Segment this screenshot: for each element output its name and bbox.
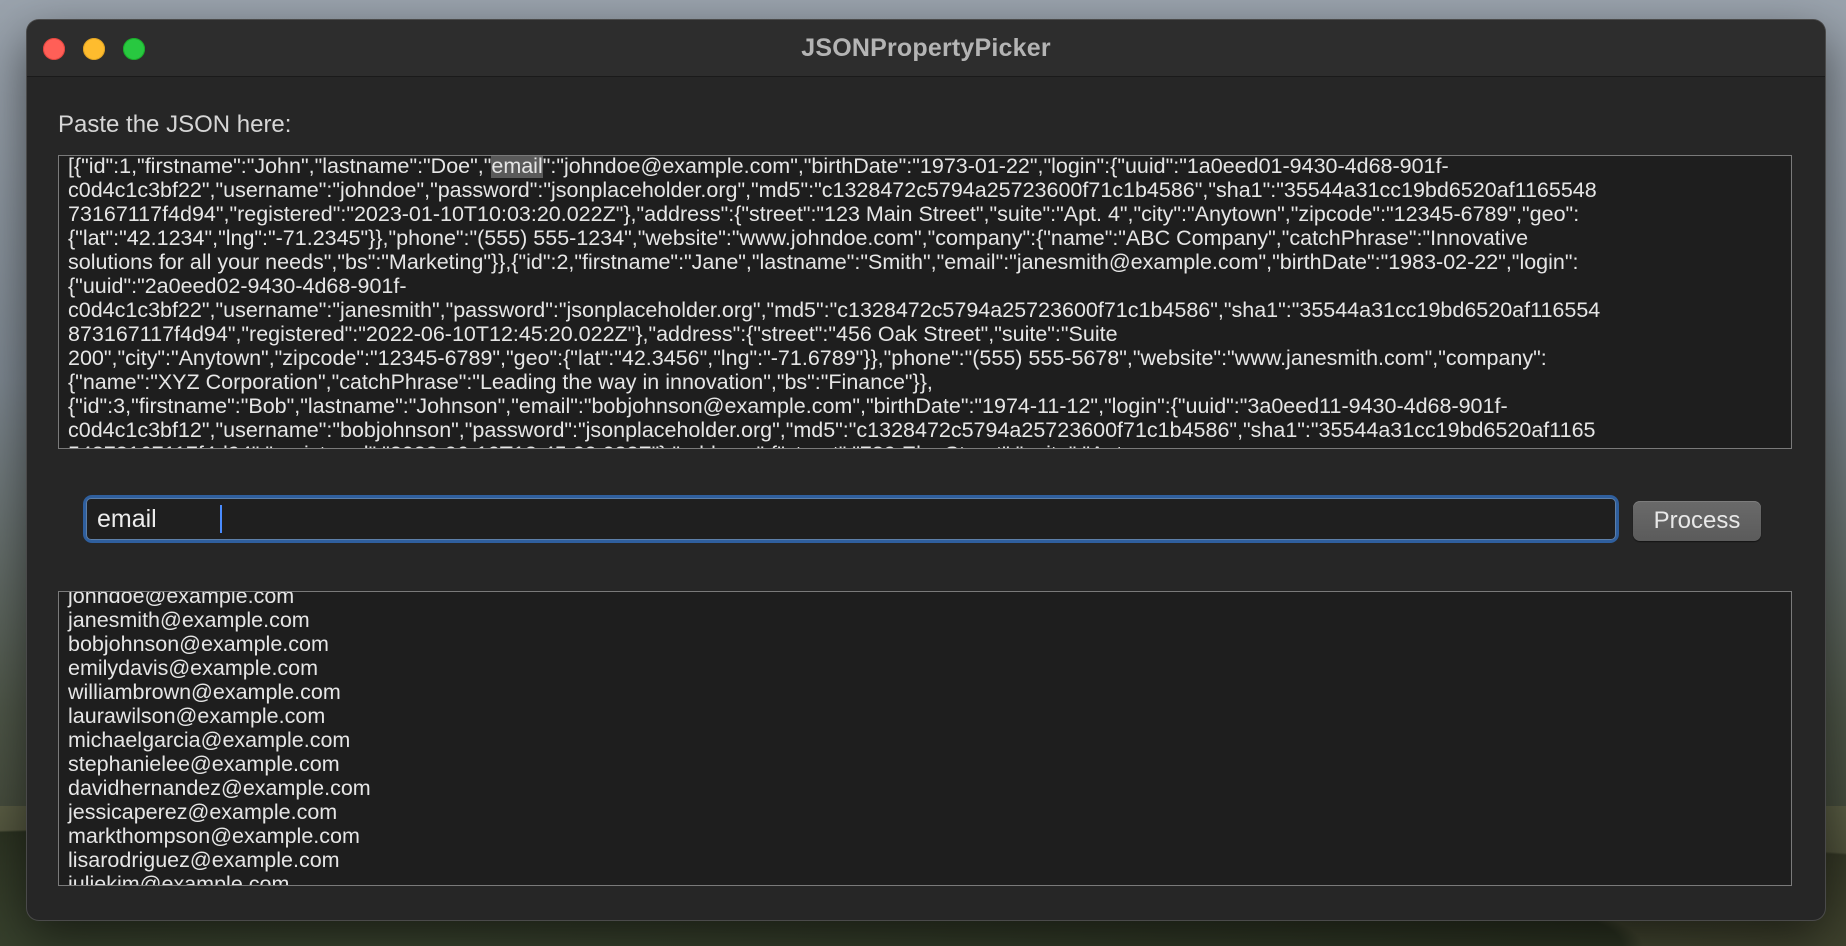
result-item: williambrown@example.com bbox=[68, 680, 341, 704]
json-text-segment: 73167117f4d94","registered":"2023-01-10T… bbox=[68, 202, 1580, 226]
json-text-line: {"name":"XYZ Corporation","catchPhrase":… bbox=[68, 370, 933, 394]
json-text-segment: {"name":"XYZ Corporation","catchPhrase":… bbox=[68, 370, 933, 394]
result-item: bobjohnson@example.com bbox=[68, 632, 329, 656]
result-item: emilydavis@example.com bbox=[68, 656, 319, 680]
json-input-textarea[interactable]: [{"id":1,"firstname":"John","lastname":"… bbox=[58, 155, 1792, 449]
title-bar: JSONPropertyPicker bbox=[27, 20, 1825, 77]
property-name-input[interactable] bbox=[86, 498, 1616, 540]
json-text-segment: ":"johndoe@example.com","birthDate":"197… bbox=[542, 155, 1449, 178]
json-text-line: {"uuid":"2a0eed02-9430-4d68-901f- bbox=[68, 274, 407, 298]
result-item: davidhernandez@example.com bbox=[68, 776, 371, 800]
json-text-segment: [{"id":1,"firstname":"John","lastname":"… bbox=[68, 155, 492, 178]
search-match-highlight: email bbox=[491, 155, 543, 178]
json-text-segment: {"uuid":"2a0eed02-9430-4d68-901f- bbox=[68, 274, 407, 298]
window-title: JSONPropertyPicker bbox=[801, 34, 1051, 62]
property-input-container bbox=[86, 498, 1616, 540]
json-text-line: {"id":3,"firstname":"Bob","lastname":"Jo… bbox=[68, 394, 1508, 418]
json-text-segment: 54873167117f4d94","registered":"2022-06-… bbox=[68, 442, 1128, 448]
json-text-segment: c0d4c1c3bf12","username":"bobjohnson","p… bbox=[68, 418, 1596, 442]
json-input-text: [{"id":1,"firstname":"John","lastname":"… bbox=[68, 155, 1784, 448]
json-text-line: 200","city":"Anytown","zipcode":"12345-6… bbox=[68, 346, 1547, 370]
json-text-line: 54873167117f4d94","registered":"2022-06-… bbox=[68, 442, 1128, 448]
process-button[interactable]: Process bbox=[1633, 501, 1761, 541]
app-window: JSONPropertyPicker Paste the JSON here: … bbox=[27, 20, 1825, 920]
json-text-segment: {"id":3,"firstname":"Bob","lastname":"Jo… bbox=[68, 394, 1508, 418]
json-text-line: solutions for all your needs","bs":"Mark… bbox=[68, 250, 1578, 274]
result-item: stephanielee@example.com bbox=[68, 752, 340, 776]
json-text-segment: solutions for all your needs","bs":"Mark… bbox=[68, 250, 1579, 274]
result-item: lisarodriguez@example.com bbox=[68, 848, 340, 872]
json-text-line: 873167117f4d94","registered":"2022-06-10… bbox=[68, 322, 1118, 346]
result-item: juliekim@example.com bbox=[68, 872, 290, 886]
json-text-line: 73167117f4d94","registered":"2023-01-10T… bbox=[68, 202, 1579, 226]
json-text-line: c0d4c1c3bf22","username":"johndoe","pass… bbox=[68, 178, 1597, 202]
json-text-line: c0d4c1c3bf12","username":"bobjohnson","p… bbox=[68, 418, 1596, 442]
json-text-line: [{"id":1,"firstname":"John","lastname":"… bbox=[68, 155, 1449, 178]
result-item: laurawilson@example.com bbox=[68, 704, 326, 728]
result-item: janesmith@example.com bbox=[68, 608, 310, 632]
result-item: johndoe@example.com bbox=[68, 591, 295, 608]
results-list: johndoe@example.com janesmith@example.com… bbox=[68, 591, 371, 886]
json-text-line: c0d4c1c3bf22","username":"janesmith","pa… bbox=[68, 298, 1600, 322]
json-text-line: {"lat":"42.1234","lng":"-71.2345"}},"pho… bbox=[68, 226, 1528, 250]
json-prompt-label: Paste the JSON here: bbox=[58, 111, 292, 138]
results-textarea[interactable]: johndoe@example.com janesmith@example.com… bbox=[58, 591, 1792, 886]
json-text-segment: 200","city":"Anytown","zipcode":"12345-6… bbox=[68, 346, 1547, 370]
result-item: jessicaperez@example.com bbox=[68, 800, 338, 824]
json-text-segment: c0d4c1c3bf22","username":"johndoe","pass… bbox=[68, 178, 1597, 202]
json-text-segment: c0d4c1c3bf22","username":"janesmith","pa… bbox=[68, 298, 1601, 322]
result-item: michaelgarcia@example.com bbox=[68, 728, 351, 752]
json-text-segment: 873167117f4d94","registered":"2022-06-10… bbox=[68, 322, 1118, 346]
result-item: markthompson@example.com bbox=[68, 824, 360, 848]
json-text-segment: {"lat":"42.1234","lng":"-71.2345"}},"pho… bbox=[68, 226, 1529, 250]
text-caret bbox=[220, 505, 222, 533]
